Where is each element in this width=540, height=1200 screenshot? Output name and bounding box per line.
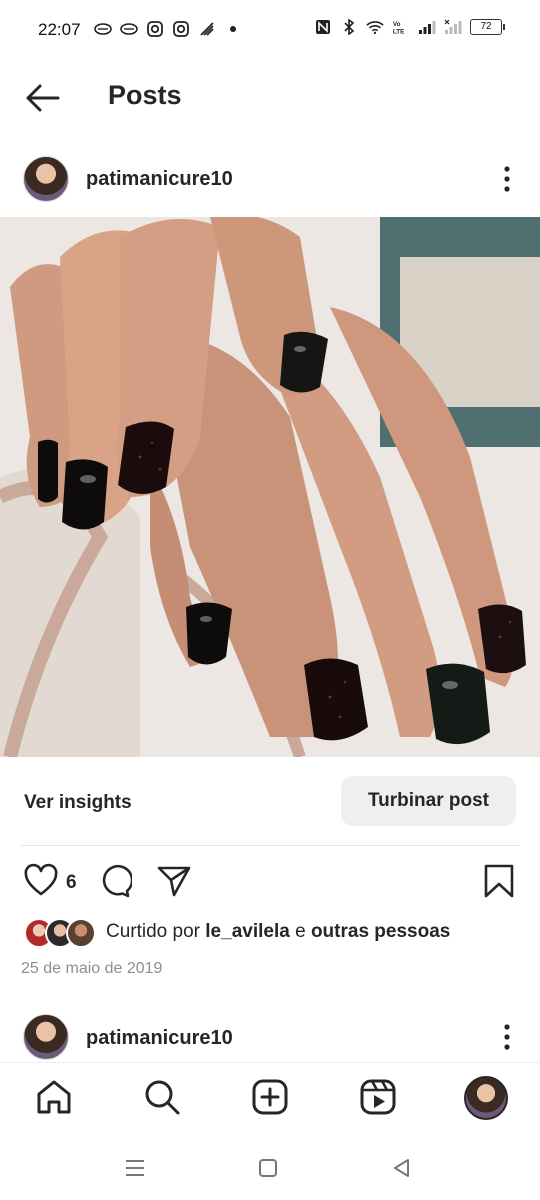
next-post-username[interactable]: patimanicure10 bbox=[86, 1027, 233, 1050]
status-bar: 22:07 Vo LTE 72 bbox=[0, 0, 540, 62]
post-photo[interactable] bbox=[0, 217, 540, 757]
share-icon[interactable] bbox=[156, 863, 192, 899]
menu-icon[interactable] bbox=[123, 1156, 147, 1180]
status-time: 22:07 bbox=[38, 20, 81, 39]
notification-icon bbox=[94, 23, 112, 35]
post-header: patimanicure10 bbox=[0, 150, 540, 208]
back-arrow-icon[interactable] bbox=[22, 80, 62, 116]
liked-by-prefix: Curtido por bbox=[106, 921, 200, 942]
heart-icon[interactable] bbox=[23, 863, 59, 899]
system-navigation-bar bbox=[0, 1138, 540, 1200]
avatar[interactable] bbox=[23, 156, 69, 202]
profile-avatar[interactable] bbox=[464, 1076, 508, 1120]
home-icon[interactable] bbox=[34, 1077, 74, 1117]
svg-text:LTE: LTE bbox=[393, 28, 404, 35]
dot-icon bbox=[230, 26, 236, 32]
volte-icon: VoLTE bbox=[393, 21, 404, 35]
signal-icon bbox=[419, 21, 436, 34]
svg-text:Vo: Vo bbox=[393, 21, 401, 28]
avatar[interactable] bbox=[23, 1014, 69, 1060]
home-square-icon[interactable] bbox=[256, 1156, 280, 1180]
like-count[interactable]: 6 bbox=[66, 872, 77, 894]
post-date: 25 de maio de 2019 bbox=[21, 960, 163, 977]
instagram-icon bbox=[173, 21, 189, 37]
nfc-icon bbox=[316, 20, 330, 34]
liker-avatar bbox=[66, 918, 96, 948]
liked-by-row[interactable]: Curtido por le_avilela e outras pessoas bbox=[0, 914, 540, 950]
liked-by-user[interactable]: le_avilela bbox=[205, 921, 290, 942]
bluetooth-icon bbox=[344, 19, 355, 35]
post-actions: 6 bbox=[0, 858, 540, 904]
bottom-navigation bbox=[0, 1062, 540, 1139]
view-insights-link[interactable]: Ver insights bbox=[24, 792, 132, 814]
wifi-icon bbox=[366, 21, 384, 35]
bookmark-icon[interactable] bbox=[481, 863, 517, 899]
liked-by-text[interactable]: Curtido por le_avilela e outras pessoas bbox=[106, 921, 450, 943]
liked-by-others[interactable]: outras pessoas bbox=[311, 921, 450, 942]
status-left-icons bbox=[94, 21, 242, 37]
create-post-icon[interactable] bbox=[250, 1077, 290, 1117]
signal-app-icon bbox=[200, 22, 214, 36]
battery-indicator: 72 bbox=[470, 19, 505, 35]
page-header: Posts bbox=[0, 62, 540, 134]
page-title: Posts bbox=[108, 80, 182, 110]
status-right-icons: Vo LTE 72 bbox=[314, 19, 505, 35]
signal-icon bbox=[444, 19, 462, 34]
notification-icon bbox=[120, 23, 138, 35]
instagram-icon bbox=[147, 21, 163, 37]
post-username[interactable]: patimanicure10 bbox=[86, 168, 233, 191]
comment-icon[interactable] bbox=[96, 863, 132, 899]
divider bbox=[21, 845, 519, 846]
next-post-header: patimanicure10 bbox=[0, 1010, 540, 1064]
manicure-photo bbox=[0, 217, 540, 757]
more-options-icon[interactable] bbox=[497, 164, 517, 194]
back-triangle-icon[interactable] bbox=[390, 1156, 414, 1180]
search-icon[interactable] bbox=[142, 1077, 182, 1117]
insights-row: Ver insights Turbinar post bbox=[0, 776, 540, 828]
liked-by-connector: e bbox=[295, 921, 306, 942]
more-options-icon[interactable] bbox=[497, 1022, 517, 1052]
boost-post-button[interactable]: Turbinar post bbox=[341, 776, 516, 826]
reels-icon[interactable] bbox=[358, 1077, 398, 1117]
